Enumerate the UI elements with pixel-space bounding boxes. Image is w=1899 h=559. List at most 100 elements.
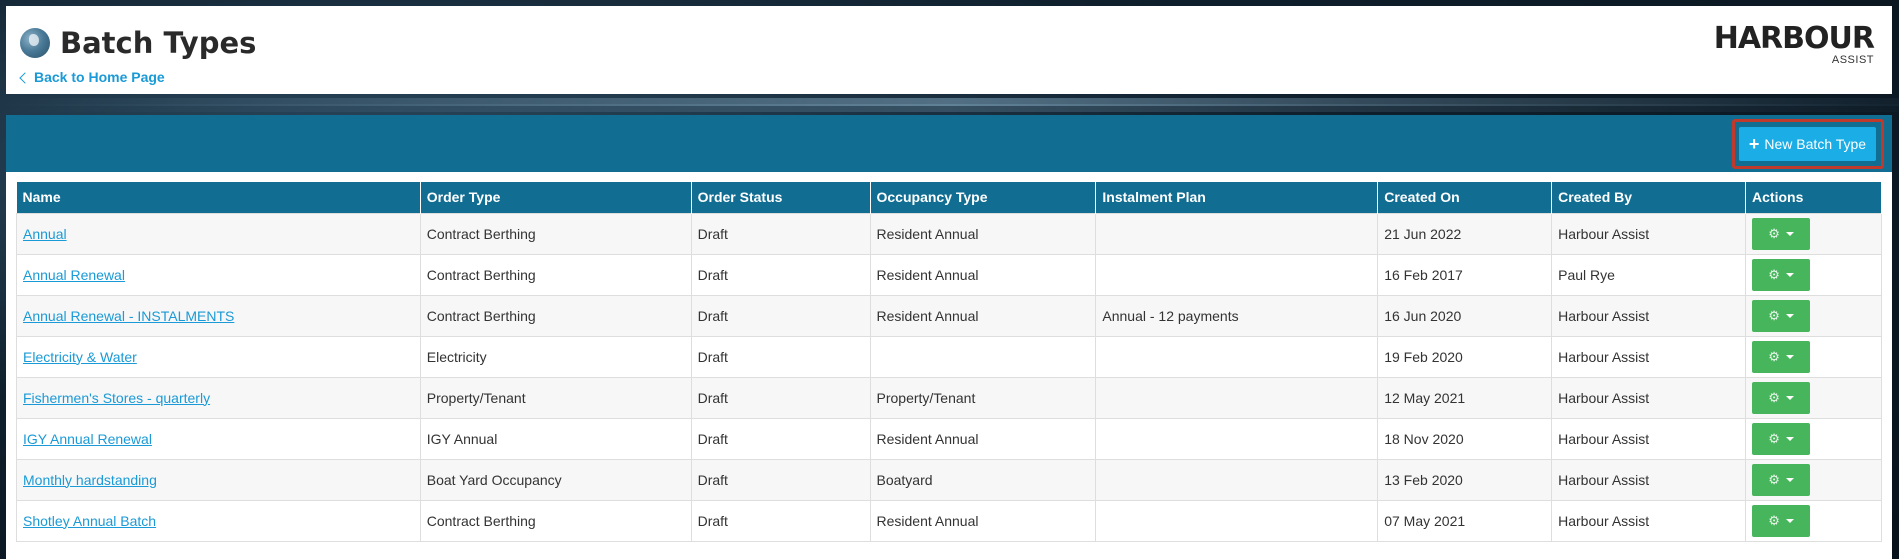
chevron-left-icon xyxy=(19,71,31,84)
order-type-cell: Contract Berthing xyxy=(419,212,692,255)
table-row: Annual Renewal - INSTALMENTS Contract Be… xyxy=(16,294,1882,337)
column-header-order-type[interactable]: Order Type xyxy=(420,182,692,213)
occupancy-type-cell: Boatyard xyxy=(869,458,1097,501)
created-by-cell: Harbour Assist xyxy=(1551,417,1747,460)
actions-cell: ⚙ xyxy=(1745,253,1882,296)
created-on-cell: 07 May 2021 xyxy=(1377,499,1553,542)
batch-types-panel: + New Batch Type Name Order Type Order S… xyxy=(6,115,1892,559)
table-row: Monthly hardstanding Boat Yard Occupancy… xyxy=(16,458,1882,501)
order-status-cell: Draft xyxy=(690,499,871,542)
table-header-row: Name Order Type Order Status Occupancy T… xyxy=(16,182,1882,213)
caret-down-icon xyxy=(1785,354,1794,359)
actions-dropdown-button[interactable]: ⚙ xyxy=(1752,381,1811,414)
created-by-cell: Harbour Assist xyxy=(1551,212,1747,255)
batch-name-link[interactable]: Annual Renewal - INSTALMENTS xyxy=(23,308,234,324)
batch-name-link[interactable]: IGY Annual Renewal xyxy=(23,431,152,447)
batch-name-link[interactable]: Monthly hardstanding xyxy=(23,472,157,488)
column-header-actions: Actions xyxy=(1745,182,1882,213)
created-on-cell: 18 Nov 2020 xyxy=(1377,417,1553,460)
actions-dropdown-button[interactable]: ⚙ xyxy=(1752,463,1811,496)
batch-name-link[interactable]: Annual Renewal xyxy=(23,267,125,283)
created-by-cell: Harbour Assist xyxy=(1551,499,1747,542)
created-on-cell: 13 Feb 2020 xyxy=(1377,458,1553,501)
globe-icon xyxy=(20,28,50,58)
back-to-home-link[interactable]: Back to Home Page xyxy=(19,69,165,85)
created-on-cell: 19 Feb 2020 xyxy=(1377,335,1553,378)
caret-down-icon xyxy=(1785,231,1794,236)
instalment-plan-cell xyxy=(1095,499,1379,542)
created-on-cell: 12 May 2021 xyxy=(1377,376,1553,419)
page-title: Batch Types xyxy=(60,26,257,60)
new-batch-type-button[interactable]: + New Batch Type xyxy=(1739,127,1876,161)
order-status-cell: Draft xyxy=(690,417,871,460)
column-header-name[interactable]: Name xyxy=(16,182,421,213)
order-status-cell: Draft xyxy=(690,253,871,296)
batch-name-link[interactable]: Fishermen's Stores - quarterly xyxy=(23,390,210,406)
order-status-cell: Draft xyxy=(690,294,871,337)
order-type-cell: Electricity xyxy=(419,335,692,378)
table-row: Annual Renewal Contract Berthing Draft R… xyxy=(16,253,1882,296)
order-type-cell: Boat Yard Occupancy xyxy=(419,458,692,501)
order-status-cell: Draft xyxy=(690,376,871,419)
table-row: Fishermen's Stores - quarterly Property/… xyxy=(16,376,1882,419)
instalment-plan-cell xyxy=(1095,212,1379,255)
new-batch-type-label: New Batch Type xyxy=(1764,136,1867,152)
order-type-cell: Property/Tenant xyxy=(419,376,692,419)
occupancy-type-cell: Resident Annual xyxy=(869,417,1097,460)
logo-main-text: HARBOUR xyxy=(1713,21,1875,56)
column-header-instalment-plan[interactable]: Instalment Plan xyxy=(1095,182,1379,213)
toolbar: + New Batch Type xyxy=(6,115,1892,172)
actions-cell: ⚙ xyxy=(1745,458,1882,501)
occupancy-type-cell: Resident Annual xyxy=(869,294,1097,337)
actions-dropdown-button[interactable]: ⚙ xyxy=(1752,504,1811,537)
batch-name-link[interactable]: Electricity & Water xyxy=(23,349,137,365)
table-row: IGY Annual Renewal IGY Annual Draft Resi… xyxy=(16,417,1882,460)
batch-name-link[interactable]: Annual xyxy=(23,226,67,242)
table-row: Shotley Annual Batch Contract Berthing D… xyxy=(16,499,1882,542)
actions-cell: ⚙ xyxy=(1745,294,1882,337)
plus-icon: + xyxy=(1748,134,1760,154)
gears-icon: ⚙ xyxy=(1768,225,1780,241)
table-row: Annual Contract Berthing Draft Resident … xyxy=(16,212,1882,255)
gears-icon: ⚙ xyxy=(1768,307,1780,323)
caret-down-icon xyxy=(1785,477,1794,482)
instalment-plan-cell xyxy=(1095,335,1379,378)
batch-name-link[interactable]: Shotley Annual Batch xyxy=(23,513,156,529)
column-header-created-on[interactable]: Created On xyxy=(1377,182,1553,213)
caret-down-icon xyxy=(1785,436,1794,441)
order-status-cell: Draft xyxy=(690,458,871,501)
order-status-cell: Draft xyxy=(690,335,871,378)
actions-cell: ⚙ xyxy=(1745,335,1882,378)
created-by-cell: Harbour Assist xyxy=(1551,294,1747,337)
order-type-cell: Contract Berthing xyxy=(419,499,692,542)
created-on-cell: 21 Jun 2022 xyxy=(1377,212,1553,255)
gears-icon: ⚙ xyxy=(1768,512,1780,528)
column-header-created-by[interactable]: Created By xyxy=(1551,182,1747,213)
column-header-occupancy-type[interactable]: Occupancy Type xyxy=(870,182,1097,213)
column-header-order-status[interactable]: Order Status xyxy=(691,182,871,213)
instalment-plan-cell xyxy=(1095,253,1379,296)
created-by-cell: Harbour Assist xyxy=(1551,376,1747,419)
page-header: Batch Types Back to Home Page HARBOUR AS… xyxy=(6,6,1892,94)
actions-dropdown-button[interactable]: ⚙ xyxy=(1752,258,1811,291)
actions-dropdown-button[interactable]: ⚙ xyxy=(1752,422,1811,455)
back-link-label: Back to Home Page xyxy=(34,69,165,85)
actions-cell: ⚙ xyxy=(1745,212,1882,255)
order-type-cell: IGY Annual xyxy=(419,417,692,460)
instalment-plan-cell: Annual - 12 payments xyxy=(1095,294,1379,337)
gears-icon: ⚙ xyxy=(1768,430,1780,446)
occupancy-type-cell: Resident Annual xyxy=(869,212,1097,255)
order-type-cell: Contract Berthing xyxy=(419,294,692,337)
created-on-cell: 16 Jun 2020 xyxy=(1377,294,1553,337)
actions-cell: ⚙ xyxy=(1745,417,1882,460)
actions-dropdown-button[interactable]: ⚙ xyxy=(1752,217,1811,250)
actions-dropdown-button[interactable]: ⚙ xyxy=(1752,299,1811,332)
actions-cell: ⚙ xyxy=(1745,499,1882,542)
gears-icon: ⚙ xyxy=(1768,348,1780,364)
created-on-cell: 16 Feb 2017 xyxy=(1377,253,1553,296)
table-row: Electricity & Water Electricity Draft 19… xyxy=(16,335,1882,378)
actions-dropdown-button[interactable]: ⚙ xyxy=(1752,340,1811,373)
batch-types-table: Name Order Type Order Status Occupancy T… xyxy=(16,182,1882,542)
instalment-plan-cell xyxy=(1095,417,1379,460)
order-type-cell: Contract Berthing xyxy=(419,253,692,296)
